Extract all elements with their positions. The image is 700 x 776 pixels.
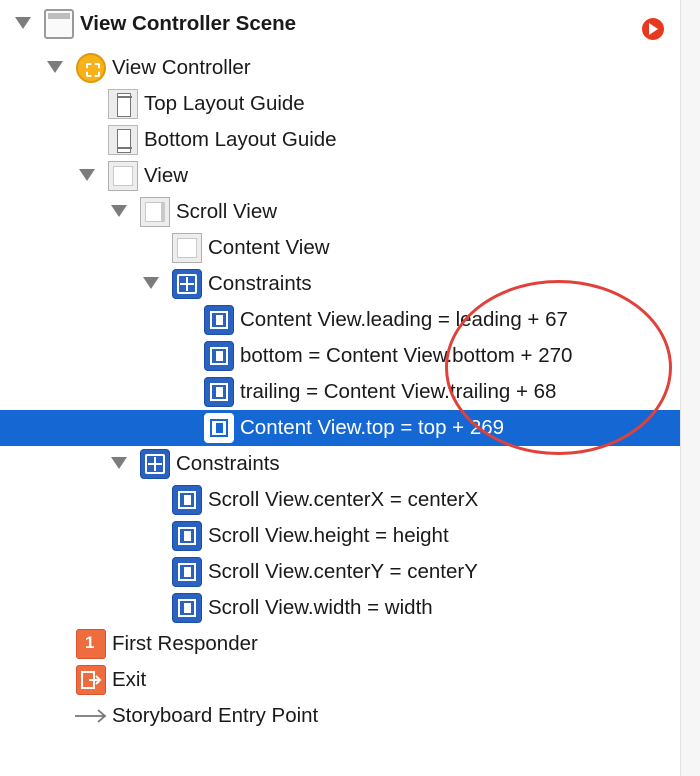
view-label: View bbox=[144, 164, 189, 187]
constraints-icon bbox=[172, 269, 202, 299]
first-responder-label: First Responder bbox=[112, 632, 258, 655]
view-controller-icon bbox=[76, 53, 106, 83]
constraint-row-selected[interactable]: Content View.top = top + 269 bbox=[0, 410, 680, 446]
outline-row-constraints[interactable]: Constraints bbox=[0, 266, 680, 302]
outline-row-view-controller[interactable]: View Controller bbox=[0, 50, 680, 86]
outline-row-entry-point[interactable]: Storyboard Entry Point bbox=[0, 698, 680, 734]
constraint-label: Scroll View.centerX = centerX bbox=[208, 488, 479, 511]
outline-row-scroll-view[interactable]: Scroll View bbox=[0, 194, 680, 230]
outline-row-top-layout-guide[interactable]: Top Layout Guide bbox=[0, 86, 680, 122]
constraint-label: bottom = Content View.bottom + 270 bbox=[240, 344, 573, 367]
constraint-label: Scroll View.width = width bbox=[208, 596, 433, 619]
exit-label: Exit bbox=[112, 668, 147, 691]
scroll-view-label: Scroll View bbox=[176, 200, 278, 223]
constraint-row[interactable]: Scroll View.width = width bbox=[0, 590, 680, 626]
disclosure-triangle-icon[interactable] bbox=[143, 277, 159, 289]
outline-row-exit[interactable]: Exit bbox=[0, 662, 680, 698]
disclosure-triangle-icon[interactable] bbox=[111, 457, 127, 469]
height-constraint-icon bbox=[172, 521, 202, 551]
constraint-label: Content View.top = top + 269 bbox=[240, 416, 505, 439]
document-outline: View Controller Scene View Controller To… bbox=[0, 0, 680, 776]
content-view-label: Content View bbox=[208, 236, 330, 259]
entry-point-label: Storyboard Entry Point bbox=[112, 704, 319, 727]
first-responder-badge: 1 bbox=[85, 633, 95, 652]
constraints-label: Constraints bbox=[208, 272, 312, 295]
constraints-icon bbox=[140, 449, 170, 479]
view-icon bbox=[172, 233, 202, 263]
outline-row-content-view[interactable]: Content View bbox=[0, 230, 680, 266]
leading-constraint-icon bbox=[204, 305, 234, 335]
constraint-label: Scroll View.centerY = centerY bbox=[208, 560, 478, 583]
arrow-right-icon bbox=[74, 701, 107, 731]
view-icon bbox=[108, 161, 138, 191]
constraint-row[interactable]: bottom = Content View.bottom + 270 bbox=[0, 338, 680, 374]
constraint-row[interactable]: trailing = Content View.trailing + 68 bbox=[0, 374, 680, 410]
constraint-row[interactable]: Scroll View.centerX = centerX bbox=[0, 482, 680, 518]
scene-icon bbox=[44, 9, 74, 39]
first-responder-icon: 1 bbox=[76, 629, 106, 659]
scene-title: View Controller Scene bbox=[80, 12, 297, 35]
constraint-row[interactable]: Scroll View.height = height bbox=[0, 518, 680, 554]
top-layout-guide-label: Top Layout Guide bbox=[144, 92, 305, 115]
layout-guide-icon bbox=[108, 125, 138, 155]
layout-guide-icon bbox=[108, 89, 138, 119]
disclosure-triangle-icon[interactable] bbox=[47, 61, 63, 73]
constraint-row[interactable]: Content View.leading = leading + 67 bbox=[0, 302, 680, 338]
outline-row-scene[interactable]: View Controller Scene bbox=[0, 6, 680, 42]
outline-row-first-responder[interactable]: 1 First Responder bbox=[0, 626, 680, 662]
disclosure-triangle-icon[interactable] bbox=[15, 17, 31, 29]
panel-divider bbox=[680, 0, 700, 776]
top-constraint-icon bbox=[204, 413, 234, 443]
disclosure-triangle-icon[interactable] bbox=[111, 205, 127, 217]
warning-arrow-icon[interactable] bbox=[642, 18, 664, 40]
center-x-constraint-icon bbox=[172, 485, 202, 515]
view-controller-label: View Controller bbox=[112, 56, 251, 79]
bottom-constraint-icon bbox=[204, 341, 234, 371]
constraint-label: Scroll View.height = height bbox=[208, 524, 449, 547]
outline-row-view[interactable]: View bbox=[0, 158, 680, 194]
constraint-row[interactable]: Scroll View.centerY = centerY bbox=[0, 554, 680, 590]
constraint-label: trailing = Content View.trailing + 68 bbox=[240, 380, 557, 403]
scroll-view-icon bbox=[140, 197, 170, 227]
exit-icon bbox=[76, 665, 106, 695]
outline-row-constraints[interactable]: Constraints bbox=[0, 446, 680, 482]
width-constraint-icon bbox=[172, 593, 202, 623]
trailing-constraint-icon bbox=[204, 377, 234, 407]
outline-row-bottom-layout-guide[interactable]: Bottom Layout Guide bbox=[0, 122, 680, 158]
bottom-layout-guide-label: Bottom Layout Guide bbox=[144, 128, 337, 151]
center-y-constraint-icon bbox=[172, 557, 202, 587]
disclosure-triangle-icon[interactable] bbox=[79, 169, 95, 181]
constraint-label: Content View.leading = leading + 67 bbox=[240, 308, 568, 331]
constraints-label: Constraints bbox=[176, 452, 280, 475]
